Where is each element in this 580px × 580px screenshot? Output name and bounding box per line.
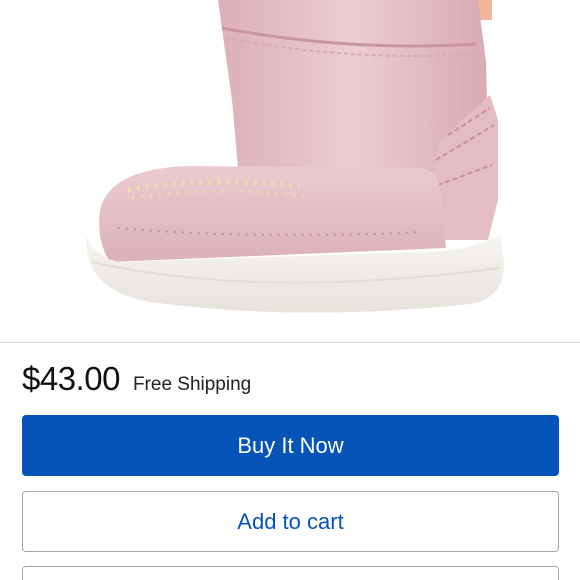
buy-it-now-button[interactable]: Buy It Now bbox=[22, 415, 559, 476]
listing-screen: $43.00 Free Shipping Buy It Now Add to c… bbox=[0, 0, 580, 580]
pink-baby-boot-photo bbox=[0, 0, 580, 342]
buy-it-now-label: Buy It Now bbox=[237, 432, 344, 458]
shipping-label: Free Shipping bbox=[132, 374, 252, 395]
add-to-cart-button[interactable]: Add to cart bbox=[22, 491, 559, 552]
add-to-cart-label: Add to cart bbox=[237, 508, 344, 534]
secondary-action-button[interactable] bbox=[22, 566, 559, 580]
product-image[interactable] bbox=[0, 0, 580, 342]
image-divider bbox=[0, 342, 580, 343]
price: $43.00 bbox=[22, 360, 120, 397]
price-row: $43.00 Free Shipping bbox=[22, 360, 251, 404]
